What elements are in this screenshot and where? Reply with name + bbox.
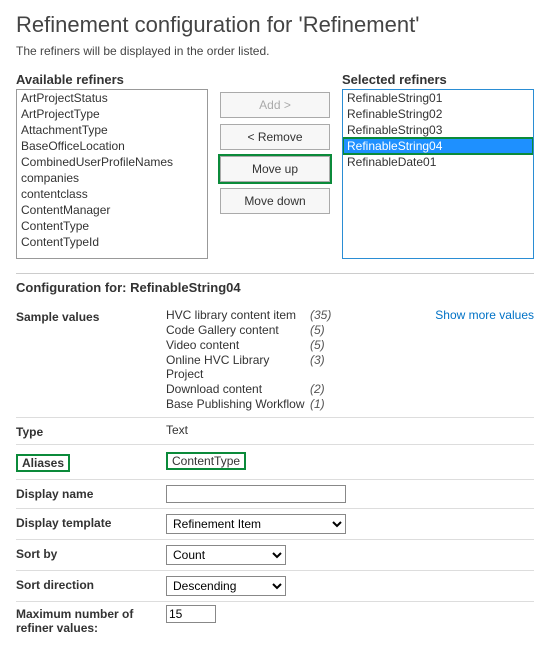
- sample-values-list: HVC library content item(35)Code Gallery…: [166, 308, 350, 412]
- list-item[interactable]: CombinedUserProfileNames: [17, 154, 207, 170]
- sort-by-label: Sort by: [16, 545, 166, 561]
- max-refiner-input[interactable]: [166, 605, 216, 623]
- display-template-label: Display template: [16, 514, 166, 530]
- page-subtitle: The refiners will be displayed in the or…: [16, 44, 534, 58]
- sort-direction-label: Sort direction: [16, 576, 166, 592]
- display-name-input[interactable]: [166, 485, 346, 503]
- sample-row: Video content(5): [166, 338, 350, 353]
- list-item[interactable]: ContentTypeId: [17, 234, 207, 250]
- move-up-button[interactable]: Move up: [220, 156, 330, 182]
- selected-refiners-list[interactable]: RefinableString01RefinableString02Refina…: [342, 89, 534, 259]
- aliases-value: ContentType: [172, 454, 240, 468]
- list-item[interactable]: ContentType: [17, 218, 207, 234]
- sample-row: HVC library content item(35): [166, 308, 350, 323]
- sample-row: Base Publishing Workflow(1): [166, 397, 350, 412]
- aliases-label: Aliases: [22, 456, 64, 470]
- sort-by-select[interactable]: Count: [166, 545, 286, 565]
- list-item[interactable]: contentclass: [17, 186, 207, 202]
- list-item[interactable]: RefinableString01: [343, 90, 533, 106]
- list-item[interactable]: RefinableString03: [343, 122, 533, 138]
- list-item[interactable]: BaseOfficeLocation: [17, 138, 207, 154]
- remove-button[interactable]: < Remove: [220, 124, 330, 150]
- sample-row: Download content(2): [166, 382, 350, 397]
- list-item[interactable]: ContentManager: [17, 202, 207, 218]
- list-item[interactable]: RefinableString02: [343, 106, 533, 122]
- available-label: Available refiners: [16, 72, 208, 87]
- available-refiners-list[interactable]: ArtProjectStatusArtProjectTypeAttachment…: [16, 89, 208, 259]
- type-label: Type: [16, 423, 166, 439]
- sample-values-label: Sample values: [16, 308, 166, 324]
- list-item[interactable]: companies: [17, 170, 207, 186]
- sample-row: Code Gallery content(5): [166, 323, 350, 338]
- selected-label: Selected refiners: [342, 72, 534, 87]
- divider: [16, 273, 534, 274]
- type-value: Text: [166, 423, 534, 437]
- add-button[interactable]: Add >: [220, 92, 330, 118]
- config-heading: Configuration for: RefinableString04: [16, 280, 534, 295]
- sort-direction-select[interactable]: Descending: [166, 576, 286, 596]
- display-name-label: Display name: [16, 485, 166, 501]
- max-refiner-label: Maximum number of refiner values:: [16, 605, 166, 636]
- page-title: Refinement configuration for 'Refinement…: [16, 12, 534, 38]
- move-down-button[interactable]: Move down: [220, 188, 330, 214]
- list-item[interactable]: RefinableDate01: [343, 154, 533, 170]
- list-item[interactable]: ArtProjectStatus: [17, 90, 207, 106]
- show-more-values-link[interactable]: Show more values: [435, 308, 534, 322]
- display-template-select[interactable]: Refinement Item: [166, 514, 346, 534]
- list-item[interactable]: AttachmentType: [17, 122, 207, 138]
- list-item[interactable]: RefinableString04: [343, 138, 533, 154]
- sample-row: Online HVC Library Project(3): [166, 353, 350, 382]
- list-item[interactable]: ArtProjectType: [17, 106, 207, 122]
